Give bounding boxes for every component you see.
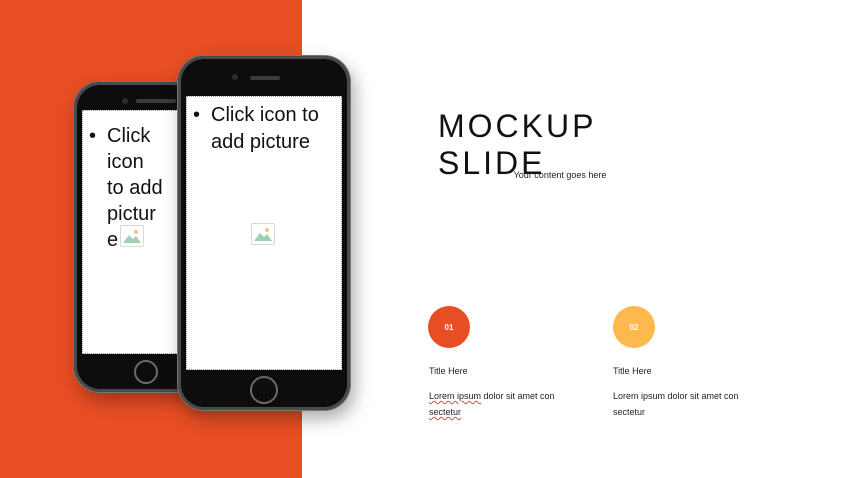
phone-mockup-front: • Click icon to add picture xyxy=(178,56,350,410)
step-badge-01: 01 xyxy=(428,306,470,348)
placeholder-line: Click icon to xyxy=(211,104,319,126)
picture-icon[interactable] xyxy=(120,225,144,247)
speaker-grille xyxy=(250,76,280,80)
speaker-grille xyxy=(136,99,176,103)
placeholder-line: icon xyxy=(107,151,144,173)
step-badge-02: 02 xyxy=(613,306,655,348)
step-number: 01 xyxy=(444,322,454,332)
item-body-1[interactable]: Lorem ipsum dolor sit amet con sectetur xyxy=(429,388,579,420)
item-title-2[interactable]: Title Here xyxy=(613,366,652,376)
slide-subtitle[interactable]: Your content goes here xyxy=(470,170,650,180)
placeholder-line: Click xyxy=(107,125,151,147)
item-body-2[interactable]: Lorem ipsum dolor sit amet con sectetur xyxy=(613,388,763,420)
picture-icon[interactable] xyxy=(251,223,275,245)
item-body-text: sectetur xyxy=(429,407,462,417)
item-body-text: Lorem ipsum xyxy=(429,391,482,401)
item-body-text: Lorem ipsum dolor sit amet con xyxy=(613,391,739,401)
front-camera xyxy=(122,98,128,104)
item-body-text: dolor sit amet con xyxy=(481,391,555,401)
step-number: 02 xyxy=(629,322,639,332)
front-camera xyxy=(232,74,238,80)
picture-placeholder-front[interactable]: • Click icon to add picture xyxy=(186,96,342,370)
placeholder-text-front: • Click icon to add picture xyxy=(193,102,319,156)
home-button xyxy=(134,360,158,384)
placeholder-line: pictur xyxy=(107,203,156,225)
placeholder-line: to add xyxy=(107,177,163,199)
item-body-text: sectetur xyxy=(613,407,646,417)
item-title-1[interactable]: Title Here xyxy=(429,366,468,376)
placeholder-line: add picture xyxy=(211,131,310,153)
home-button xyxy=(250,376,278,404)
